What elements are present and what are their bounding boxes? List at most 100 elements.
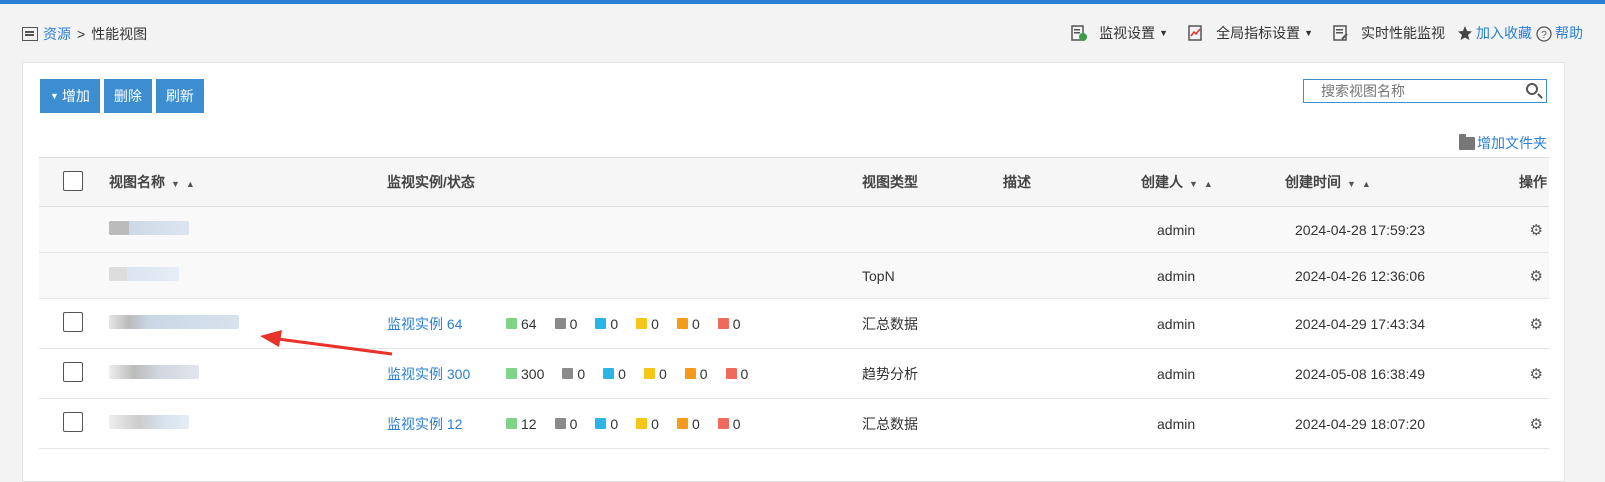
sort-icon[interactable]: ▼▲ [1189,179,1219,189]
table-header-row: 视图名称 ▼▲ 监视实例/状态 视图类型 描述 创建人 ▼▲ 创建时间 ▼▲ 操作 [39,157,1549,207]
select-all-checkbox[interactable] [63,170,83,191]
gear-icon[interactable]: ⚙ [1530,366,1543,383]
header-creator[interactable]: 创建人 ▼▲ [1141,157,1285,207]
row-ops-cell: ⚙ [1485,398,1549,449]
blurred-view-name[interactable] [109,365,199,379]
monitor-settings-icon [1071,24,1088,42]
status-major: 0 [676,415,700,432]
monitor-instance-link[interactable]: 监视实例 12 [387,414,506,434]
add-folder-label: 增加文件夹 [1477,135,1547,151]
search-icon[interactable] [1526,83,1538,95]
header-created[interactable]: 创建时间 ▼▲ [1285,157,1485,207]
gear-icon[interactable]: ⚙ [1530,222,1543,239]
row-checkbox[interactable] [63,412,83,432]
status-red-square [717,318,729,329]
status-count: 0 [699,365,708,382]
row-creator-cell: admin [1141,298,1285,349]
sort-icon[interactable]: ▼▲ [1347,179,1377,189]
header-ops: 操作 [1485,157,1549,207]
status-count: 0 [618,365,626,382]
instance-status: 监视实例 64 64 0 0 0 0 0 [387,314,862,334]
status-orange-square [676,318,688,329]
table-row[interactable]: 监视实例 12 12 0 0 0 0 0 汇总数据 admin 2024-04-… [39,398,1549,449]
table-row[interactable]: admin 2024-04-28 17:59:23 ⚙ [39,206,1549,253]
action-buttons: ▼ 增加 删除 刷新 [40,79,208,113]
svg-text:?: ? [1541,30,1547,41]
status-blue-square [595,418,607,429]
gear-icon[interactable]: ⚙ [1530,268,1543,285]
search-input[interactable] [1304,80,1504,102]
status-yellow-square [636,318,648,329]
status-count: 0 [651,415,659,432]
status-warning: 0 [636,416,659,432]
realtime-monitor-link[interactable]: 实时性能监视 [1333,23,1445,43]
status-critical: 0 [725,366,748,382]
blurred-view-name[interactable] [109,221,189,235]
row-ops-cell: ⚙ [1485,206,1549,253]
status-yellow-square [643,368,655,379]
blurred-view-name[interactable] [109,267,179,281]
delete-button[interactable]: 删除 [103,79,152,113]
help-label: 帮助 [1555,25,1583,41]
monitor-settings-menu[interactable]: 监视设置 ▼ [1071,23,1168,43]
status-count: 0 [691,315,700,332]
row-checkbox-cell [39,398,109,449]
table-row[interactable]: 监视实例 64 64 0 0 0 0 0 汇总数据 admin 2024-04-… [39,298,1549,349]
monitor-instance-link[interactable]: 监视实例 64 [387,314,506,334]
row-creator-cell: admin [1141,252,1285,299]
status-green-square [506,318,517,329]
help-icon: ? [1536,25,1552,42]
row-created-cell: 2024-04-26 12:36:06 [1285,252,1485,299]
status-count: 0 [732,315,741,332]
global-indicator-icon [1188,24,1204,42]
row-name-cell [109,348,387,399]
global-indicator-settings-label: 全局指标设置 [1216,25,1301,41]
add-folder-link[interactable]: 增加文件夹 [1459,133,1547,153]
status-yellow-square [636,418,648,429]
realtime-monitor-label: 实时性能监视 [1361,25,1445,41]
sort-icon[interactable]: ▼▲ [171,179,201,189]
blurred-view-name[interactable] [109,315,239,329]
row-checkbox-cell [39,252,109,299]
header-name-label: 视图名称 [109,174,165,190]
folder-plus-icon [1459,133,1475,150]
status-count: 64 [521,315,537,332]
status-count: 0 [658,365,667,382]
add-button-label: 增加 [61,88,90,104]
status-critical: 0 [717,416,741,432]
gear-icon[interactable]: ⚙ [1530,316,1543,333]
help-link[interactable]: ? 帮助 [1536,23,1583,43]
refresh-button[interactable]: 刷新 [155,79,204,113]
row-desc-cell [1003,398,1141,449]
row-desc-cell [1003,348,1141,399]
table-row[interactable]: TopN admin 2024-04-26 12:36:06 ⚙ [39,252,1549,299]
table-row[interactable]: 监视实例 300 300 0 0 0 0 0 趋势分析 admin 2024-0… [39,348,1549,399]
row-instances-cell: 监视实例 64 64 0 0 0 0 0 [387,298,862,349]
monitor-instance-link[interactable]: 监视实例 300 [387,364,506,384]
status-count: 0 [610,315,619,332]
add-button[interactable]: ▼ 增加 [40,79,100,113]
add-favorite-link[interactable]: 加入收藏 [1457,23,1532,43]
header-name[interactable]: 视图名称 ▼▲ [109,157,387,207]
row-checkbox[interactable] [63,312,83,332]
blurred-view-name[interactable] [109,415,189,429]
row-desc-cell [1003,206,1141,253]
chevron-down-icon: ▼ [1304,28,1313,38]
status-gray-square [562,368,574,379]
row-ops-cell: ⚙ [1485,252,1549,299]
global-indicator-settings-menu[interactable]: 全局指标设置 ▼ [1188,23,1313,43]
row-instances-cell: 监视实例 12 12 0 0 0 0 0 [387,398,862,449]
status-count: 0 [691,415,700,432]
row-checkbox[interactable] [63,362,83,382]
status-orange-square [684,368,696,379]
gear-icon[interactable]: ⚙ [1530,416,1543,433]
status-unknown: 0 [554,416,577,432]
status-gray-square [554,318,566,329]
row-type-cell [862,206,1003,253]
status-count: 300 [521,365,545,382]
row-name-cell [109,298,387,349]
status-count: 0 [577,365,586,382]
add-favorite-label: 加入收藏 [1476,25,1532,41]
breadcrumb-root-link[interactable]: 资源 [43,24,71,44]
row-created-cell: 2024-04-29 18:07:20 [1285,398,1485,449]
